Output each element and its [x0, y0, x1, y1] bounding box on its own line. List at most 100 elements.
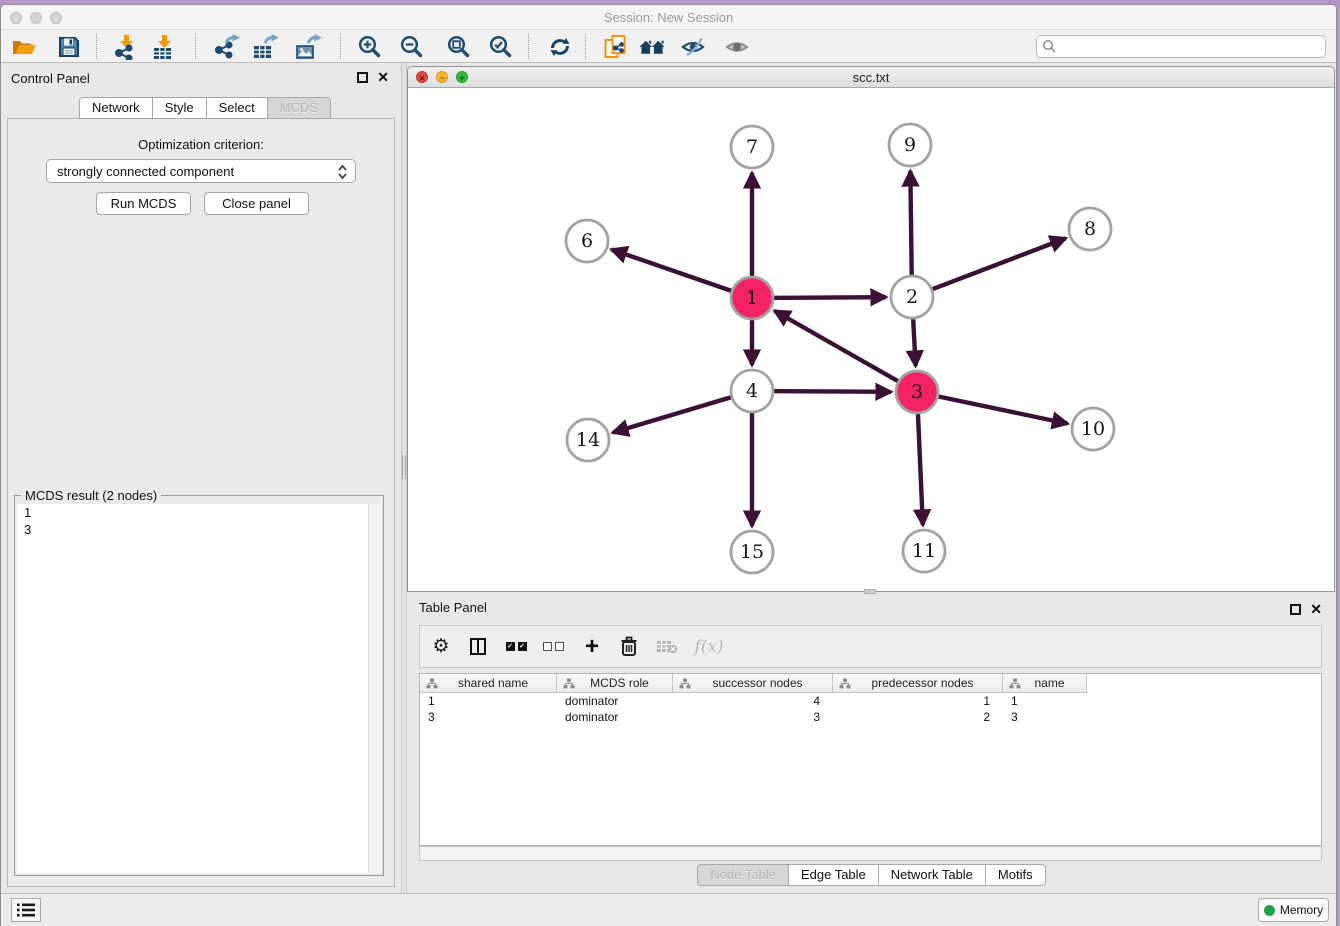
column-header-shared-name[interactable]: shared name — [420, 674, 557, 693]
edge-3-10[interactable] — [917, 392, 1068, 424]
graph-node-7[interactable]: 7 — [731, 126, 773, 168]
import-network-button[interactable] — [112, 33, 139, 60]
hide-panels-button[interactable] — [680, 33, 707, 60]
table-cell[interactable]: 1 — [420, 693, 557, 709]
floppy-disk-icon — [57, 35, 81, 59]
table-cell[interactable]: 3 — [1003, 709, 1087, 725]
float-table-panel-icon[interactable] — [1290, 604, 1301, 615]
zoom-out-button[interactable] — [398, 33, 425, 60]
graph-node-6[interactable]: 6 — [566, 220, 608, 262]
network-window-titlebar: scc.txt — [408, 67, 1334, 88]
tab-motifs[interactable]: Motifs — [985, 864, 1046, 886]
graph-node-4[interactable]: 4 — [731, 370, 773, 412]
show-columns-button[interactable] — [464, 626, 492, 667]
table-hscrollbar[interactable] — [419, 846, 1322, 861]
import-table-button[interactable] — [150, 33, 177, 60]
edge-2-8[interactable] — [912, 238, 1066, 297]
table-settings-button[interactable]: ⚙ — [427, 626, 455, 667]
memory-button[interactable]: Memory — [1258, 898, 1329, 922]
app-window: Session: New Session — [0, 4, 1337, 926]
graph-node-9[interactable]: 9 — [889, 124, 931, 166]
table-cell[interactable]: dominator — [557, 693, 673, 709]
graph-node-8[interactable]: 8 — [1069, 208, 1111, 250]
export-image-button[interactable] — [295, 33, 322, 60]
refresh-view-button[interactable] — [546, 33, 573, 60]
mcds-panel: Optimization criterion: strongly connect… — [7, 118, 395, 887]
duplicate-network-button[interactable] — [602, 33, 629, 60]
table-cell[interactable]: 2 — [833, 709, 1003, 725]
select-all-button[interactable]: ✓✓ — [501, 626, 531, 667]
function-builder-button[interactable]: f(x) — [692, 626, 726, 667]
tab-network-table[interactable]: Network Table — [878, 864, 986, 886]
table-tabs: Node TableEdge TableNetwork TableMotifs — [407, 864, 1336, 886]
column-header-successor-nodes[interactable]: successor nodes — [673, 674, 833, 693]
table-cell[interactable]: 3 — [673, 709, 833, 725]
close-table-panel-icon[interactable]: ✕ — [1310, 604, 1322, 615]
close-panel-button[interactable]: Close panel — [204, 192, 309, 215]
status-bar: Memory — [1, 893, 1336, 926]
import-table-icon — [151, 34, 177, 60]
table-cell[interactable]: 4 — [673, 693, 833, 709]
edge-3-1[interactable] — [775, 311, 917, 392]
zoom-selected-button[interactable] — [487, 33, 514, 60]
zoom-in-button[interactable] — [356, 33, 383, 60]
table-panel-title: Table Panel — [419, 600, 487, 615]
mcds-result-list[interactable]: 13 — [17, 504, 381, 873]
tab-node-table[interactable]: Node Table — [697, 864, 789, 886]
graph-node-1[interactable]: 1 — [731, 277, 773, 319]
column-header-name[interactable]: name — [1003, 674, 1087, 693]
svg-text:9: 9 — [904, 134, 916, 156]
result-scrollbar[interactable] — [368, 504, 381, 873]
table-body: 1dominator4113dominator323 — [420, 693, 1321, 725]
select-all-icon: ✓✓ — [506, 642, 527, 651]
graph-node-11[interactable]: 11 — [903, 530, 945, 572]
svg-text:4: 4 — [746, 380, 758, 402]
graph-node-2[interactable]: 2 — [891, 276, 933, 318]
table-cell[interactable]: 3 — [420, 709, 557, 725]
open-session-button[interactable] — [10, 33, 37, 60]
optimization-dropdown[interactable]: strongly connected component — [46, 159, 356, 183]
tab-mcds[interactable]: MCDS — [267, 97, 331, 119]
network-resize-grip[interactable] — [864, 589, 876, 594]
search-input[interactable] — [1057, 38, 1325, 55]
tab-style[interactable]: Style — [152, 97, 207, 119]
toolbar-separator — [340, 34, 341, 59]
export-network-button[interactable] — [213, 33, 240, 60]
zoom-fit-button[interactable] — [445, 33, 472, 60]
show-panels-button[interactable] — [724, 33, 751, 60]
control-panel-tabs: NetworkStyleSelectMCDS — [79, 97, 331, 119]
run-mcds-button[interactable]: Run MCDS — [96, 192, 191, 215]
graph-node-15[interactable]: 15 — [731, 531, 773, 573]
add-row-button[interactable]: + — [578, 626, 606, 667]
graph-node-14[interactable]: 14 — [567, 419, 609, 461]
export-table-button[interactable] — [252, 33, 279, 60]
deselect-all-button[interactable] — [538, 626, 568, 667]
save-session-button[interactable] — [55, 33, 82, 60]
close-panel-icon[interactable]: ✕ — [377, 72, 389, 83]
svg-text:15: 15 — [740, 541, 764, 563]
table-cell[interactable]: dominator — [557, 709, 673, 725]
splitter-grip[interactable] — [402, 455, 406, 479]
import-network-icon — [113, 34, 139, 60]
graph-node-3[interactable]: 3 — [896, 371, 938, 413]
table-cell[interactable]: 1 — [1003, 693, 1087, 709]
column-header-MCDS-role[interactable]: MCDS role — [557, 674, 673, 693]
tab-edge-table[interactable]: Edge Table — [788, 864, 879, 886]
table-row[interactable]: 1dominator411 — [420, 693, 1321, 709]
search-box[interactable] — [1036, 35, 1326, 58]
column-header-predecessor-nodes[interactable]: predecessor nodes — [833, 674, 1003, 693]
refresh-icon — [548, 35, 572, 59]
network-canvas[interactable]: 1 2 3 4 6 7 8 9 10 11 14 15 — [408, 88, 1334, 591]
graph-node-10[interactable]: 10 — [1072, 408, 1114, 450]
home-view-button[interactable] — [639, 33, 666, 60]
task-history-button[interactable] — [11, 898, 41, 922]
zoom-fit-icon — [446, 34, 471, 59]
tab-select[interactable]: Select — [206, 97, 268, 119]
table-row[interactable]: 3dominator323 — [420, 709, 1321, 725]
delete-table-button[interactable] — [652, 626, 682, 667]
tab-network[interactable]: Network — [79, 97, 153, 119]
delete-rows-button[interactable] — [615, 626, 643, 667]
network-window: scc.txt 1 2 3 4 6 7 8 9 10 11 14 15 — [407, 66, 1335, 592]
table-cell[interactable]: 1 — [833, 693, 1003, 709]
float-panel-icon[interactable] — [357, 72, 368, 83]
